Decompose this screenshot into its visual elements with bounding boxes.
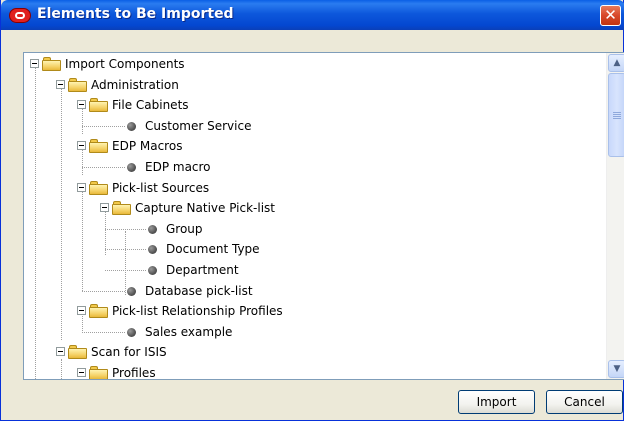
oracle-logo-icon	[9, 8, 31, 23]
tree-connector	[105, 229, 146, 230]
cancel-button[interactable]: Cancel	[546, 390, 623, 414]
tree-connector	[82, 332, 125, 333]
bullet-icon	[127, 287, 136, 296]
tree-node-label: Group	[166, 222, 203, 236]
tree-node-folder[interactable]: Pick-list Relationship Profiles	[24, 301, 604, 321]
bullet-icon	[148, 266, 157, 275]
scroll-thumb[interactable]	[608, 73, 624, 157]
tree-node-label: File Cabinets	[112, 98, 189, 112]
tree-node-label: Pick-list Sources	[112, 181, 210, 195]
tree-node-folder[interactable]: EDP Macros	[24, 136, 604, 156]
tree-node-leaf[interactable]: Sales example	[24, 322, 604, 342]
collapse-toggle-icon[interactable]	[77, 100, 86, 109]
vertical-scrollbar[interactable]: ▲ ▼	[606, 53, 624, 379]
collapse-toggle-icon[interactable]	[77, 141, 86, 150]
tree-node-label: Administration	[91, 78, 179, 92]
tree-connector	[105, 270, 146, 271]
tree-node-label: Customer Service	[145, 119, 252, 133]
tree-node-label: Pick-list Relationship Profiles	[112, 304, 283, 318]
folder-icon	[89, 366, 108, 379]
import-button[interactable]: Import	[458, 390, 535, 414]
tree-node-leaf[interactable]: Database pick-list	[24, 281, 604, 301]
bullet-icon	[127, 163, 136, 172]
tree-node-folder[interactable]: Capture Native Pick-list	[24, 198, 604, 218]
collapse-toggle-icon[interactable]	[56, 80, 65, 89]
collapse-toggle-icon[interactable]	[100, 203, 109, 212]
folder-icon	[68, 345, 87, 359]
elements-tree: Import Components Administration File Cabi…	[24, 53, 606, 379]
thumb-grip	[613, 114, 621, 115]
tree-connector	[82, 126, 125, 127]
elements-tree-panel: Import Components Administration File Cabi…	[23, 52, 624, 380]
scroll-up-button[interactable]: ▲	[608, 54, 624, 72]
tree-connector	[82, 291, 125, 292]
tree-node-leaf[interactable]: Department	[24, 260, 604, 280]
import-dialog: Elements to Be Imported ✕ Import Compone…	[0, 0, 624, 421]
tree-node-label: EDP macro	[145, 160, 211, 174]
tree-node-label: Import Components	[65, 57, 185, 71]
thumb-grip	[613, 118, 621, 119]
close-button[interactable]: ✕	[600, 5, 621, 26]
collapse-toggle-icon[interactable]	[77, 368, 86, 377]
collapse-toggle-icon[interactable]	[30, 59, 39, 68]
scroll-down-button[interactable]: ▼	[608, 360, 624, 378]
bullet-icon	[127, 122, 136, 131]
bullet-icon	[127, 328, 136, 337]
tree-node-label: Department	[166, 263, 239, 277]
bullet-icon	[148, 225, 157, 234]
folder-icon	[89, 304, 108, 318]
tree-node-label: Database pick-list	[145, 284, 253, 298]
folder-icon	[42, 57, 61, 71]
tree-connector	[82, 167, 125, 168]
tree-node-leaf[interactable]: Document Type	[24, 239, 604, 259]
tree-node-leaf[interactable]: EDP macro	[24, 157, 604, 177]
tree-node-folder[interactable]: Profiles	[24, 363, 604, 379]
tree-node-folder[interactable]: Import Components	[24, 54, 604, 74]
tree-node-label: Capture Native Pick-list	[135, 201, 276, 215]
thumb-grip	[613, 112, 621, 113]
tree-node-leaf[interactable]: Group	[24, 219, 604, 239]
tree-node-label: Sales example	[145, 325, 233, 339]
tree-node-folder[interactable]: Scan for ISIS	[24, 342, 604, 362]
collapse-toggle-icon[interactable]	[56, 347, 65, 356]
folder-icon	[112, 201, 131, 215]
collapse-toggle-icon[interactable]	[77, 183, 86, 192]
folder-icon	[89, 181, 108, 195]
tree-node-label: Profiles	[112, 366, 156, 379]
bullet-icon	[148, 245, 157, 254]
folder-icon	[89, 98, 108, 112]
folder-icon	[68, 78, 87, 92]
collapse-toggle-icon[interactable]	[77, 306, 86, 315]
tree-node-folder[interactable]: Administration	[24, 75, 604, 95]
tree-node-label: Document Type	[166, 242, 260, 256]
tree-node-folder[interactable]: Pick-list Sources	[24, 178, 604, 198]
tree-connector	[105, 249, 146, 250]
window-title: Elements to Be Imported	[37, 6, 234, 22]
folder-icon	[89, 139, 108, 153]
tree-node-label: EDP Macros	[112, 139, 183, 153]
title-bar[interactable]: Elements to Be Imported ✕	[1, 0, 624, 30]
tree-node-folder[interactable]: File Cabinets	[24, 95, 604, 115]
thumb-grip	[613, 116, 621, 117]
tree-node-leaf[interactable]: Customer Service	[24, 116, 604, 136]
tree-node-label: Scan for ISIS	[91, 345, 167, 359]
